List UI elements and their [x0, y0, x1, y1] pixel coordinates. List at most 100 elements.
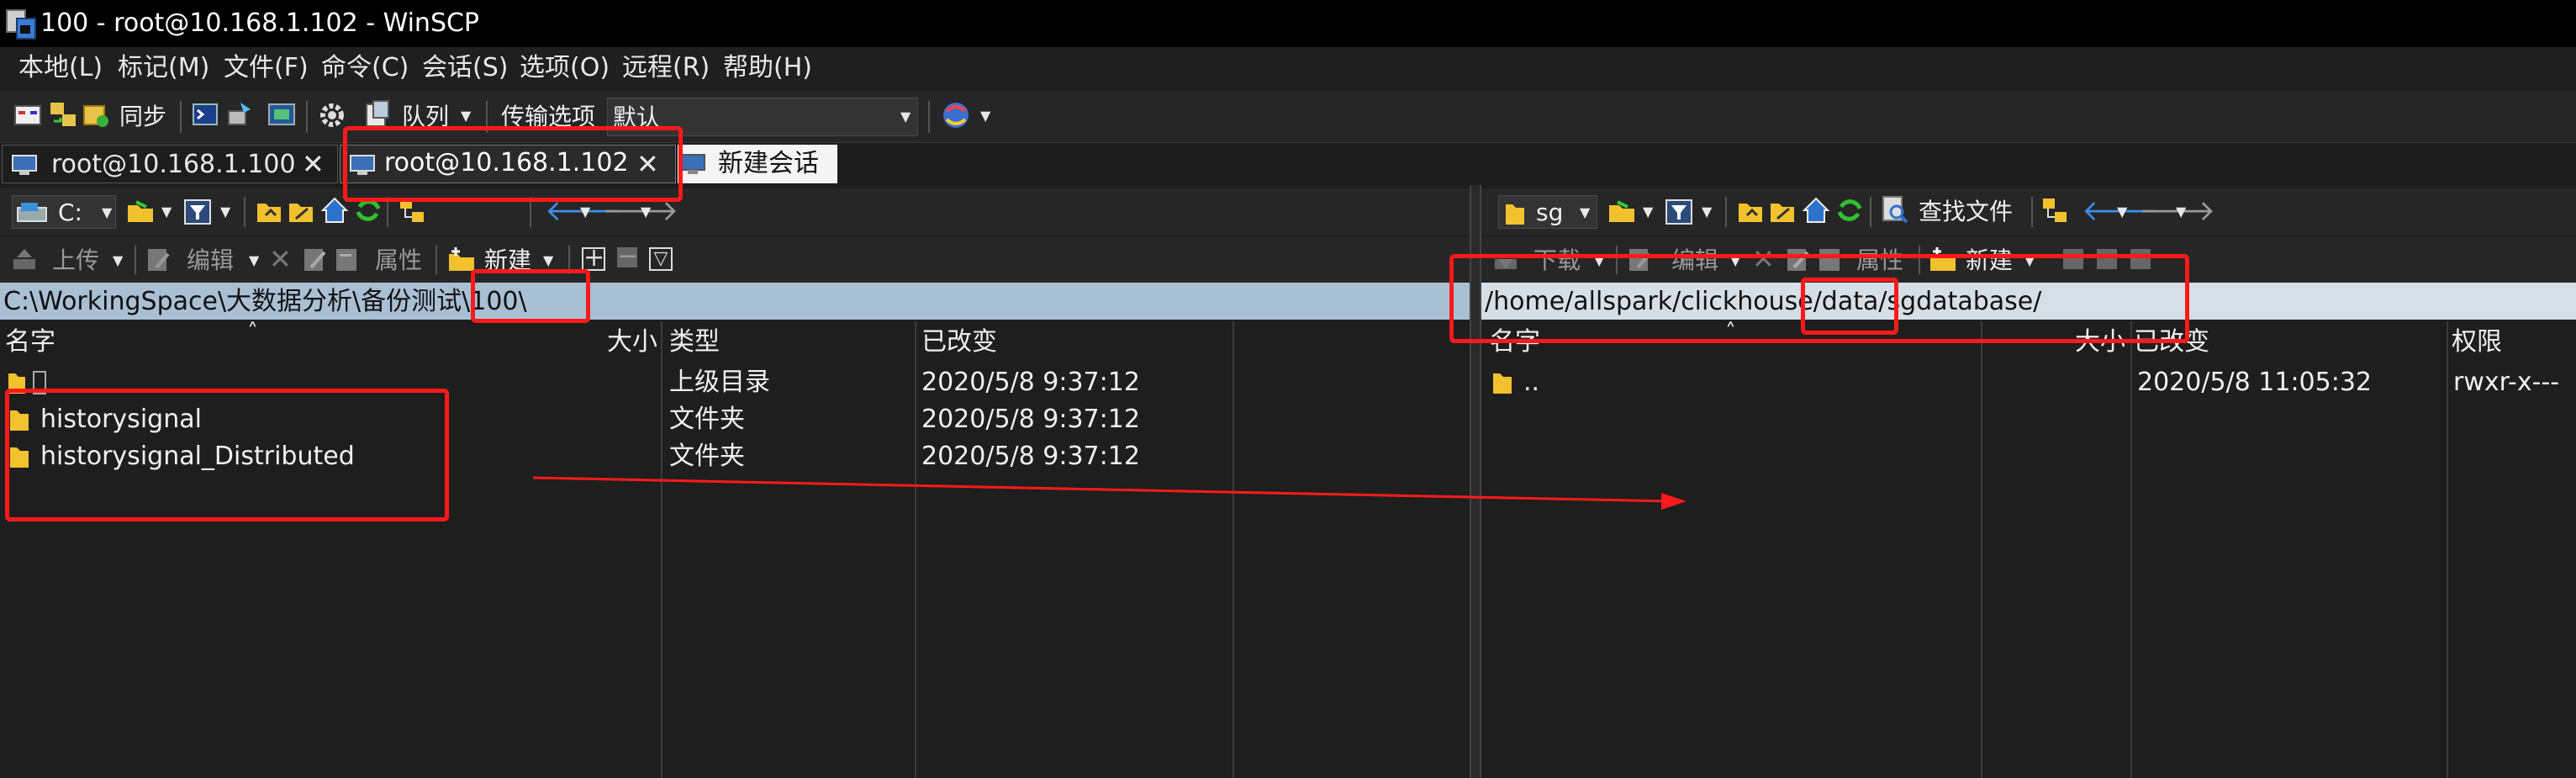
file-type: 上级目录 [669, 368, 770, 397]
file-changed: 2020/5/8 9:37:12 [921, 405, 1140, 434]
upload-button[interactable]: 上传 [52, 249, 99, 273]
chevron-down-icon[interactable]: ▼ [580, 205, 590, 219]
refresh-screen-icon[interactable] [267, 101, 296, 130]
left-drive-select[interactable]: C: ▼ [12, 195, 116, 229]
filter-mask-icon[interactable]: ▽ [649, 247, 673, 271]
toolbar-separator [1725, 197, 1727, 227]
tab-new-session[interactable]: 新建会话 [678, 145, 837, 183]
properties-button[interactable]: 属性 [375, 249, 422, 273]
chevron-down-icon[interactable]: ▼ [161, 205, 172, 219]
menu-file[interactable]: 文件(F) [224, 56, 309, 81]
parent-directory-icon[interactable] [1737, 197, 1766, 225]
chevron-down-icon[interactable]: ▼ [980, 109, 990, 123]
chevron-down-icon[interactable]: ▼ [1643, 205, 1653, 219]
chevron-down-icon[interactable]: ▼ [1702, 205, 1712, 219]
toolbar-separator [2031, 197, 2033, 227]
root-directory-icon[interactable] [1769, 197, 1797, 225]
toolbar-separator [1870, 197, 1871, 227]
column-changed[interactable]: 已改变 [921, 330, 997, 355]
expand-all-icon[interactable]: + [582, 246, 605, 271]
open-folder-icon[interactable] [126, 197, 156, 227]
sync-button[interactable]: 同步 [119, 105, 166, 129]
gear-icon[interactable] [318, 101, 346, 130]
menu-options[interactable]: 选项(O) [520, 56, 610, 81]
chevron-down-icon[interactable]: ▼ [249, 254, 259, 267]
chevron-down-icon[interactable]: ▼ [2176, 205, 2186, 219]
root-directory-icon[interactable] [288, 197, 316, 225]
chevron-down-icon[interactable]: ▼ [543, 254, 553, 267]
find-files-button[interactable]: 查找文件 [1919, 200, 2013, 224]
toolbar-separator [435, 246, 437, 274]
toolbar-separator [306, 101, 308, 133]
file-type: 文件夹 [669, 442, 745, 471]
putty-icon[interactable] [225, 99, 254, 130]
tab-session-100[interactable]: root@10.168.1.100 ✕ [2, 145, 338, 183]
menu-mark[interactable]: 标记(M) [118, 56, 209, 81]
left-drive-label: C: [58, 198, 82, 226]
chevron-down-icon[interactable]: ▼ [641, 205, 651, 219]
chevron-down-icon[interactable]: ▼ [2117, 205, 2127, 219]
chevron-down-icon[interactable]: ▼ [113, 254, 123, 267]
site-manager-icon[interactable] [940, 99, 972, 131]
menu-local[interactable]: 本地(L) [18, 56, 103, 81]
find-files-icon[interactable] [1880, 195, 1910, 225]
new-folder-icon [449, 247, 474, 271]
winscp-app-icon [6, 9, 36, 40]
toolbar-separator [244, 197, 245, 227]
synchronize-browsing-icon[interactable] [49, 99, 77, 131]
column-type[interactable]: 类型 [669, 330, 720, 355]
synchronize-icon[interactable] [82, 99, 111, 131]
column-rights[interactable]: 权限 [2452, 330, 2502, 355]
file-name: .. [1523, 368, 1540, 397]
monitor-icon [12, 155, 37, 175]
collapse-all-icon[interactable]: − [617, 244, 638, 269]
toolbar-separator [135, 246, 136, 274]
chevron-down-icon[interactable]: ▼ [220, 205, 230, 219]
left-action-toolbar: 上传 ▼ 编辑 ▼ ✕ 属性 新建 ▼ + − ▽ [0, 237, 1470, 283]
menu-bar: 本地(L) 标记(M) 文件(F) 命令(C) 会话(S) 选项(O) 远程(R… [0, 47, 2576, 91]
parent-directory-icon[interactable] [256, 197, 284, 225]
edit-icon [148, 249, 170, 271]
open-folder-icon[interactable] [1607, 197, 1638, 227]
file-type: 文件夹 [669, 405, 745, 434]
column-size[interactable]: 大小 [607, 330, 657, 355]
left-path-bar[interactable]: C:\WorkingSpace\大数据分析\备份测试\100\ [0, 283, 1470, 320]
column-name[interactable]: 名字 [5, 330, 55, 355]
menu-command[interactable]: 命令(C) [321, 56, 409, 81]
transfer-settings-label: 传输选项 [501, 103, 596, 130]
refresh-icon[interactable] [1834, 195, 1865, 225]
right-drive-select[interactable]: sg ▼ [1498, 195, 1597, 229]
delete-icon[interactable]: ✕ [269, 246, 292, 273]
annotation-box-left-folders [5, 389, 449, 521]
folder-icon [1506, 204, 1524, 225]
right-drive-label: sg [1536, 198, 1564, 226]
queue-button[interactable]: 队列 [402, 105, 449, 129]
annotation-box-active-tab [343, 126, 683, 202]
file-rights: rwxr-x--- [2453, 368, 2560, 397]
drive-icon [17, 203, 47, 222]
annotation-box-right-path-data [1801, 278, 1898, 335]
annotation-arrow [532, 476, 1687, 510]
menu-remote[interactable]: 远程(R) [622, 56, 710, 81]
tree-icon[interactable] [2041, 197, 2070, 227]
right-nav-toolbar: sg ▼ ▼ ▼ 查找文件 🡐 ▼ 🡒 ▼ [1481, 188, 2576, 236]
left-path-text: C:\WorkingSpace\大数据分析\备份测试\100\ [3, 287, 527, 316]
rename-icon[interactable] [303, 247, 328, 273]
left-column-header: 名字 ˄ 大小 类型 已改变 [0, 321, 1470, 363]
file-changed: 2020/5/8 9:37:12 [921, 368, 1140, 397]
tab-label: root@10.168.1.100 [51, 150, 296, 179]
chevron-down-icon[interactable]: ▼ [900, 110, 911, 124]
new-session-icon [680, 154, 705, 174]
table-row[interactable]: .. 2020/5/8 11:05:32 rwxr-x--- [1481, 363, 2576, 400]
chevron-down-icon: ▼ [1580, 204, 1591, 220]
edit-button[interactable]: 编辑 [187, 249, 234, 273]
console-icon[interactable] [192, 101, 222, 130]
chevron-down-icon[interactable]: ▼ [461, 109, 471, 123]
compare-directories-icon[interactable] [13, 101, 42, 130]
home-icon[interactable] [1801, 195, 1831, 225]
menu-help[interactable]: 帮助(H) [723, 56, 812, 81]
filter-icon[interactable] [1665, 197, 1695, 227]
filter-icon[interactable] [183, 197, 214, 227]
close-icon[interactable]: ✕ [302, 151, 325, 177]
menu-session[interactable]: 会话(S) [422, 56, 508, 81]
